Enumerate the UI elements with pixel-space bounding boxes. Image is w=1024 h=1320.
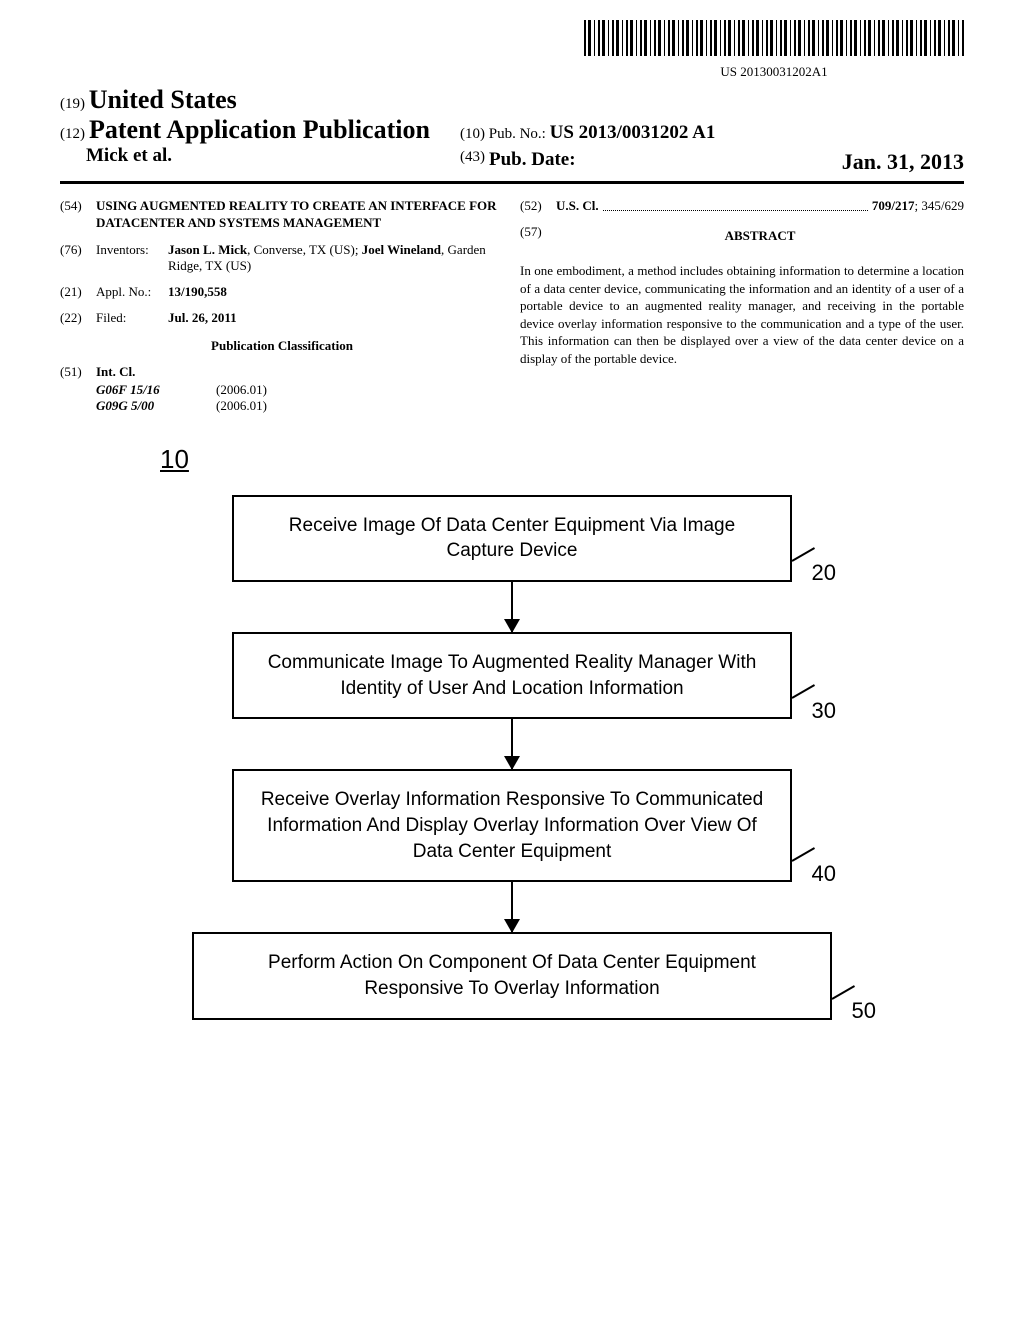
appl-no-label: Appl. No.: (96, 284, 168, 300)
field-54-num: (54) (60, 198, 96, 232)
flow-box-40: Receive Overlay Information Responsive T… (232, 769, 792, 882)
header-doctype-line: (12) Patent Application Publication (10)… (60, 115, 964, 145)
filed-value: Jul. 26, 2011 (168, 310, 504, 326)
abstract-heading: ABSTRACT (556, 228, 964, 244)
field-43-num: (43) (460, 149, 485, 175)
barcode-text: US 20130031202A1 (584, 64, 964, 80)
intcl-year: (2006.01) (216, 382, 267, 398)
field-10-num: (10) (460, 126, 485, 142)
intcl-code: G09G 5/00 (96, 398, 216, 414)
inventors-field: (76) Inventors: Jason L. Mick, Converse,… (60, 242, 504, 274)
author-names: Mick et al. (60, 145, 172, 166)
appl-no-field: (21) Appl. No.: 13/190,558 (60, 284, 504, 300)
biblio-left-column: (54) USING AUGMENTED REALITY TO CREATE A… (60, 198, 504, 414)
field-76-num: (76) (60, 242, 96, 274)
field-57-num: (57) (520, 224, 556, 262)
pub-classification-heading: Publication Classification (60, 338, 504, 354)
uscl-value: 709/217; 345/629 (872, 198, 964, 214)
abstract-text: In one embodiment, a method includes obt… (520, 262, 964, 367)
intcl-year: (2006.01) (216, 398, 267, 414)
pub-date-label: Pub. Date: (489, 149, 576, 175)
barcode-area: US 20130031202A1 (60, 20, 964, 81)
flow-box-20: Receive Image Of Data Center Equipment V… (232, 495, 792, 582)
inventors-label: Inventors: (96, 242, 168, 274)
uscl-field: (52) U.S. Cl. 709/217; 345/629 (520, 198, 964, 214)
appl-no-value: 13/190,558 (168, 284, 504, 300)
barcode-graphic (584, 20, 964, 56)
inventor-1-name: Jason L. Mick (168, 242, 247, 257)
dotted-leader (603, 210, 868, 211)
field-51-num: (51) (60, 364, 96, 380)
header-country-line: (19) United States (60, 85, 964, 115)
filed-field: (22) Filed: Jul. 26, 2011 (60, 310, 504, 326)
pub-no-label: Pub. No.: (489, 126, 546, 142)
flow-box-text: Perform Action On Component Of Data Cent… (268, 952, 756, 999)
flow-box-text: Communicate Image To Augmented Reality M… (268, 652, 757, 699)
inventor-2-name: Joel Wineland (362, 242, 441, 257)
pub-no-value: US 2013/0031202 A1 (550, 122, 716, 143)
flow-box-text: Receive Overlay Information Responsive T… (261, 789, 763, 861)
intcl-row: G09G 5/00 (2006.01) (96, 398, 504, 414)
divider-rule (60, 181, 964, 184)
field-22-num: (22) (60, 310, 96, 326)
pub-date-value: Jan. 31, 2013 (842, 149, 964, 175)
header-authors-line: Mick et al. (43) Pub. Date: Jan. 31, 201… (60, 145, 964, 175)
flowchart: Receive Image Of Data Center Equipment V… (232, 495, 792, 1020)
bibliographic-section: (54) USING AUGMENTED REALITY TO CREATE A… (60, 198, 964, 414)
uscl-label: U.S. Cl. (556, 198, 599, 214)
flow-ref-40: 40 (812, 859, 836, 889)
intcl-list: G06F 15/16 (2006.01) G09G 5/00 (2006.01) (96, 382, 504, 414)
flow-arrow (511, 882, 513, 932)
title-field: (54) USING AUGMENTED REALITY TO CREATE A… (60, 198, 504, 232)
flow-ref-50: 50 (852, 996, 876, 1026)
intcl-code: G06F 15/16 (96, 382, 216, 398)
flow-arrow (511, 582, 513, 632)
filed-label: Filed: (96, 310, 168, 326)
country-name: United States (89, 85, 237, 114)
field-12-num: (12) (60, 126, 85, 142)
field-19-num: (19) (60, 96, 85, 112)
intcl-label: Int. Cl. (96, 364, 504, 380)
inventor-1-loc: , Converse, TX (US); (247, 242, 362, 257)
figure-reference-number: 10 (160, 444, 964, 475)
figure-area: 10 Receive Image Of Data Center Equipmen… (60, 444, 964, 1020)
flow-box-30: Communicate Image To Augmented Reality M… (232, 632, 792, 719)
flow-arrow (511, 719, 513, 769)
intcl-row: G06F 15/16 (2006.01) (96, 382, 504, 398)
flow-ref-30: 30 (812, 696, 836, 726)
field-21-num: (21) (60, 284, 96, 300)
doc-type: Patent Application Publication (89, 115, 430, 144)
biblio-right-column: (52) U.S. Cl. 709/217; 345/629 (57) ABST… (520, 198, 964, 414)
abstract-heading-row: (57) ABSTRACT (520, 224, 964, 262)
intcl-field: (51) Int. Cl. (60, 364, 504, 380)
field-52-num: (52) (520, 198, 556, 214)
invention-title: USING AUGMENTED REALITY TO CREATE AN INT… (96, 198, 504, 232)
flow-ref-20: 20 (812, 558, 836, 588)
flow-box-50: Perform Action On Component Of Data Cent… (192, 932, 832, 1019)
inventors-content: Jason L. Mick, Converse, TX (US); Joel W… (168, 242, 504, 274)
flow-box-text: Receive Image Of Data Center Equipment V… (289, 515, 735, 562)
